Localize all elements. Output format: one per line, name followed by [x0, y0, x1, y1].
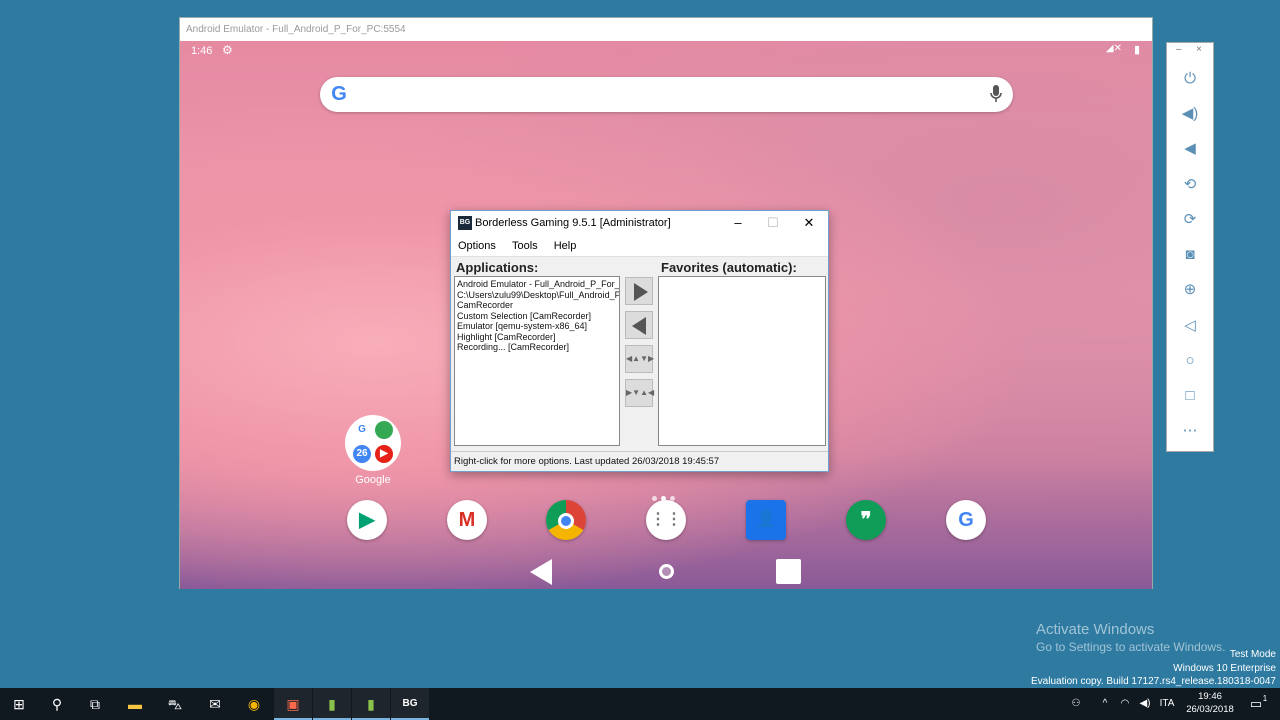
clock[interactable]: 19:46 26/03/2018 [1182, 690, 1238, 716]
camrecorder-icon[interactable]: ▣ [274, 688, 312, 720]
toolbar-minimize-button[interactable]: – [1176, 44, 1182, 55]
remove-favorite-button[interactable] [625, 311, 653, 339]
bg-logo-icon: BG [458, 216, 472, 230]
network-icon[interactable]: ◠ [1116, 688, 1134, 720]
camera-icon[interactable]: ◙ [1178, 243, 1202, 267]
app-drawer-icon[interactable]: ⋮⋮ [646, 500, 686, 540]
menu-options[interactable]: Options [451, 235, 502, 252]
clock-date: 26/03/2018 [1186, 704, 1234, 715]
list-item[interactable]: Emulator [qemu-system-x86_64] [457, 321, 617, 332]
google-logo-icon: G [331, 83, 347, 105]
restore-window-button[interactable]: ▶▼▲◀ [625, 379, 655, 407]
store-icon[interactable]: ⛍ [156, 688, 194, 720]
gmail-icon[interactable]: M [447, 500, 487, 540]
android-status-bar: 1:46 ⚙ ◢✕ ▮ [180, 41, 1152, 61]
arrow-right-icon [634, 283, 648, 301]
list-item[interactable]: Recording... [CamRecorder] [457, 342, 617, 353]
chrome-icon[interactable] [546, 500, 586, 540]
google-search-bar[interactable]: G [320, 77, 1013, 112]
bg-status-bar: Right-click for more options. Last updat… [451, 451, 828, 471]
clock-time: 19:46 [1198, 691, 1222, 702]
list-item[interactable]: Android Emulator - Full_Android_P_For_PC [457, 279, 619, 290]
task-view-icon[interactable]: ⧉ [76, 688, 114, 720]
rotate-left-icon[interactable]: ⟲ [1178, 173, 1202, 197]
maximize-button[interactable]: ☐ [764, 214, 782, 232]
back-icon[interactable]: ◁ [1178, 314, 1202, 338]
overview-icon[interactable]: □ [1178, 384, 1202, 408]
watermark-title: Activate Windows [1036, 621, 1155, 638]
youtube-icon: ▶ [375, 445, 393, 463]
google-folder[interactable]: G ▲ 26 ▶ [345, 415, 401, 471]
notification-icon[interactable]: ▭ [1244, 688, 1268, 720]
search-icon[interactable]: ⚲ [38, 688, 76, 720]
nav-recent-icon[interactable] [776, 559, 801, 584]
close-button[interactable]: ✕ [800, 214, 818, 232]
volume-up-icon[interactable]: ◀) [1178, 102, 1202, 126]
toolbar-close-button[interactable]: × [1196, 44, 1202, 55]
start-icon[interactable]: ⊞ [0, 688, 38, 720]
nav-back-icon[interactable] [530, 559, 552, 585]
applications-list[interactable]: Android Emulator - Full_Android_P_For_PC… [454, 276, 620, 446]
bg-title-bar[interactable]: BG Borderless Gaming 9.5.1 [Administrato… [451, 211, 828, 235]
home-icon[interactable]: ○ [1178, 349, 1202, 373]
language-indicator[interactable]: ITA [1156, 688, 1178, 720]
emulator-title: Android Emulator - Full_Android_P_For_PC… [180, 18, 1152, 41]
expand-arrows-icon: ◀▲▼▶ [626, 354, 655, 363]
rotate-right-icon[interactable]: ⟳ [1178, 208, 1202, 232]
build-mode: Test Mode [1229, 649, 1276, 660]
shrink-arrows-icon: ▶▼▲◀ [626, 388, 655, 397]
tray-chevron-icon[interactable]: ^ [1096, 688, 1114, 720]
folder-label: Google [355, 474, 391, 486]
google-icon[interactable]: G [946, 500, 986, 540]
contacts-icon[interactable]: 👤 [746, 500, 786, 540]
nav-home-icon[interactable] [659, 564, 674, 579]
borderless-gaming-window[interactable]: BG Borderless Gaming 9.5.1 [Administrato… [450, 210, 829, 472]
make-borderless-button[interactable]: ◀▲▼▶ [625, 345, 655, 373]
build-info: Test Mode Windows 10 Enterprise Evaluati… [1031, 648, 1276, 689]
add-favorite-button[interactable] [625, 277, 653, 305]
favorites-list[interactable] [658, 276, 826, 446]
power-icon[interactable]: ⏻ [1178, 67, 1202, 91]
play-store-icon[interactable]: ▶ [347, 500, 387, 540]
more-icon[interactable]: ⋯ [1178, 419, 1202, 443]
file-explorer-icon[interactable]: ▬ [116, 688, 154, 720]
applications-label: Applications: [456, 260, 539, 275]
notification-count: 1 [1262, 694, 1268, 703]
volume-down-icon[interactable]: ◀ [1178, 137, 1202, 161]
gear-icon: ⚙ [222, 43, 233, 57]
arrow-left-icon [632, 317, 646, 335]
maps-icon: ▲ [375, 421, 393, 439]
volume-icon[interactable]: ◀) [1136, 688, 1154, 720]
emulator-tools-taskbar-icon[interactable]: ▮ [352, 688, 390, 720]
battery-icon: ▮ [1133, 44, 1140, 56]
list-item[interactable]: C:\Users\zulu99\Desktop\Full_Android_P..… [457, 290, 619, 301]
borderless-gaming-taskbar-icon[interactable]: BG [391, 688, 429, 720]
bg-menu-bar: Options Tools Help [451, 235, 828, 257]
zoom-icon[interactable]: ⊕ [1178, 278, 1202, 302]
emulator-taskbar-icon[interactable]: ▮ [313, 688, 351, 720]
list-item[interactable]: Custom Selection [CamRecorder] [457, 311, 617, 322]
hangouts-icon[interactable]: ❞ [846, 500, 886, 540]
favorites-label: Favorites (automatic): [661, 260, 797, 275]
calendar-icon: 26 [353, 445, 371, 463]
people-icon[interactable]: ⚇ [1066, 688, 1086, 720]
signal-icon: ◢✕ [1105, 43, 1122, 54]
google-app-icon: G [353, 421, 371, 439]
taskbar: ⊞ ⚲ ⧉ ▬ ⛍ ✉ ◉ ▣ ▮ ▮ BG ⚇ ^ ◠ ◀) ITA 19:4… [0, 688, 1280, 720]
list-item[interactable]: CamRecorder [457, 300, 617, 311]
page-indicator [652, 488, 682, 501]
menu-tools[interactable]: Tools [505, 235, 544, 252]
mail-icon[interactable]: ✉ [196, 688, 234, 720]
build-edition: Windows 10 Enterprise [1173, 662, 1276, 674]
status-clock: 1:46 [191, 45, 213, 57]
bg-window-title: Borderless Gaming 9.5.1 [Administrator] [475, 217, 671, 229]
list-item[interactable]: Highlight [CamRecorder] [457, 332, 617, 343]
build-version: Evaluation copy. Build 17127.rs4_release… [1031, 676, 1276, 687]
menu-help[interactable]: Help [547, 235, 583, 252]
chrome-taskbar-icon[interactable]: ◉ [235, 688, 273, 720]
minimize-button[interactable]: – [729, 214, 747, 232]
mic-icon[interactable] [989, 84, 1003, 104]
